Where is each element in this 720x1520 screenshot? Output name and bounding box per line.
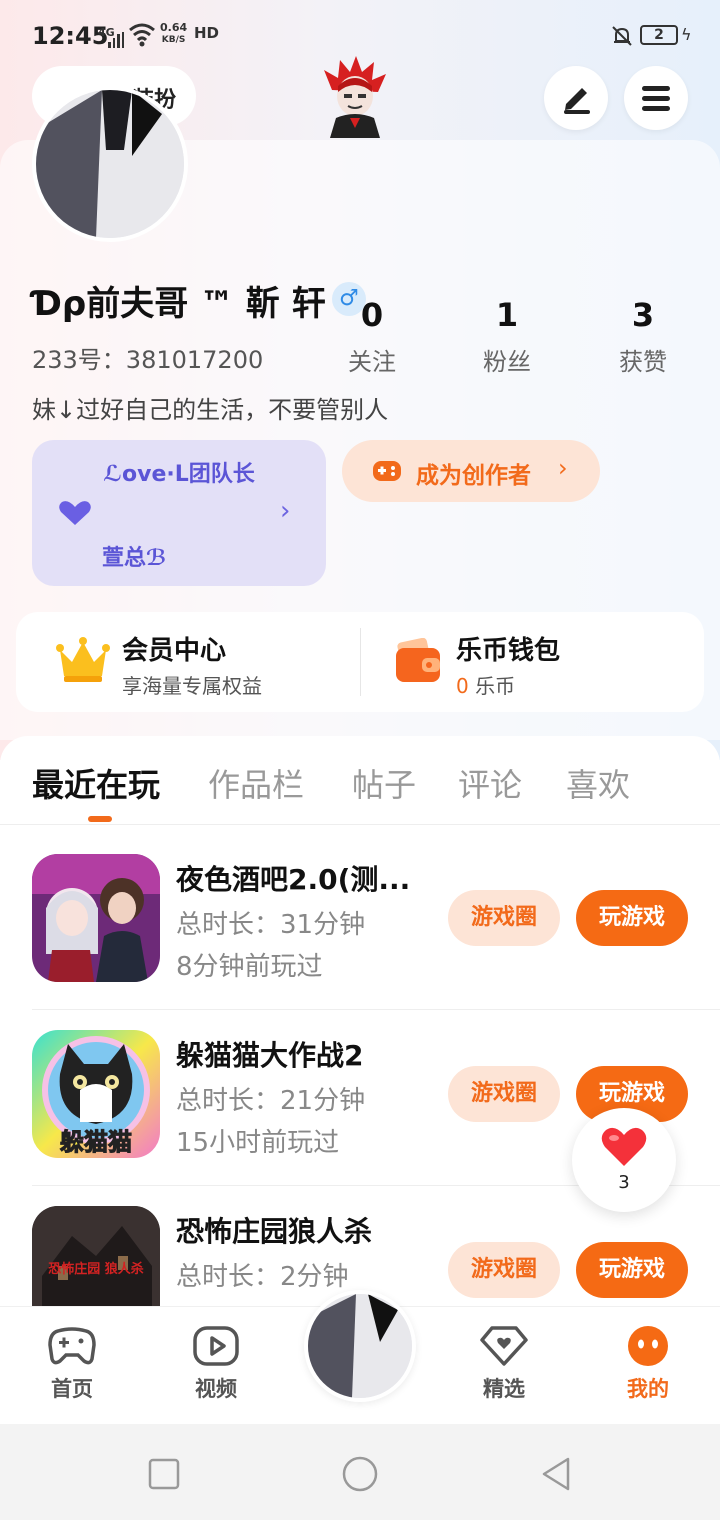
video-play-icon <box>193 1326 239 1366</box>
hamburger-icon <box>642 86 670 111</box>
gender-male-icon: ♂ <box>332 282 366 316</box>
gamepad-icon <box>48 1327 96 1365</box>
nav-featured[interactable]: 精选 <box>454 1325 554 1403</box>
content-area: 最近在玩 作品栏 帖子 评论 喜欢 夜色酒吧2.0(测... 总时长：31分钟 … <box>0 736 720 1334</box>
like-count: 3 <box>618 1172 630 1193</box>
like-fab[interactable]: 3 <box>572 1108 676 1212</box>
menu-button[interactable] <box>624 66 688 130</box>
wallet-balance-unit: 乐币 <box>475 674 516 698</box>
signal-icon <box>108 30 124 48</box>
wallet-icon <box>396 638 440 682</box>
tab-likes[interactable]: 喜欢 <box>566 760 630 806</box>
network-speed: 0.64 KB/S <box>160 21 188 46</box>
game-last-played: 8分钟前玩过 <box>176 952 323 982</box>
game-title: 恐怖庄园狼人杀 <box>176 1215 373 1248</box>
pen-icon <box>564 88 590 114</box>
active-tab-indicator <box>88 816 112 822</box>
wallet-balance: 0 乐币 <box>456 670 515 699</box>
stat-fans-value: 1 <box>495 296 519 334</box>
mascot-avatar-icon[interactable] <box>320 56 390 138</box>
heart-icon <box>59 501 91 525</box>
team-subtitle: 萱总ℬ <box>102 546 167 571</box>
game-row[interactable]: 夜色酒吧2.0(测... 总时长：31分钟 8分钟前玩过 游戏圈 玩游戏 <box>0 834 720 1010</box>
wallet-balance-value: 0 <box>456 674 469 698</box>
game-duration: 总时长：21分钟 <box>176 1086 366 1116</box>
membership-title: 会员中心 <box>122 636 227 666</box>
nav-me[interactable]: 我的 <box>598 1325 698 1403</box>
stat-likes-value: 3 <box>631 296 655 334</box>
nav-video[interactable]: 视频 <box>166 1325 266 1403</box>
game-icon-label: 躲猫猫 <box>60 1128 133 1157</box>
game-circle-button[interactable]: 游戏圈 <box>448 1066 560 1122</box>
membership-subtitle: 享海量专属权益 <box>122 674 262 698</box>
nav-home-label: 首页 <box>51 1377 93 1401</box>
tab-comments[interactable]: 评论 <box>458 760 522 806</box>
bell-muted-icon <box>612 26 632 46</box>
user-bio: 妹↓过好自己的生活，不要管别人 <box>32 396 389 424</box>
tab-posts[interactable]: 帖子 <box>352 760 416 806</box>
nav-me-label: 我的 <box>627 1377 669 1401</box>
game-circle-button[interactable]: 游戏圈 <box>448 1242 560 1298</box>
play-game-button[interactable]: 玩游戏 <box>576 890 688 946</box>
heart-diamond-icon <box>480 1326 528 1366</box>
nickname: Ɗρ前夫哥 ™ 靳 轩 <box>32 284 326 324</box>
game-duration: 总时长：2分钟 <box>176 1262 349 1292</box>
wallet-title: 乐币钱包 <box>456 636 561 666</box>
wifi-icon <box>129 23 155 47</box>
crown-icon <box>56 637 110 682</box>
team-card[interactable]: ℒove·L团队长 › 萱总ℬ <box>32 440 326 586</box>
nav-home[interactable]: 首页 <box>22 1325 122 1403</box>
nav-video-label: 视频 <box>195 1377 237 1401</box>
game-circle-button[interactable]: 游戏圈 <box>448 890 560 946</box>
stat-likes-label: 获赞 <box>619 348 667 376</box>
tab-recently-played[interactable]: 最近在玩 <box>32 760 160 806</box>
play-game-button[interactable]: 玩游戏 <box>576 1242 688 1298</box>
game-icon[interactable]: 躲猫猫 <box>32 1030 160 1158</box>
heart-icon <box>601 1127 647 1166</box>
game-duration: 总时长：31分钟 <box>176 910 366 940</box>
edit-profile-button[interactable] <box>544 66 608 130</box>
gamepad-icon <box>373 461 401 481</box>
nav-featured-label: 精选 <box>483 1377 525 1401</box>
become-creator-button[interactable]: 成为创作者 › <box>342 440 600 502</box>
stat-following-label: 关注 <box>348 348 396 376</box>
game-icon[interactable] <box>32 854 160 982</box>
game-icon-label: 恐怖庄园 狼人杀 <box>48 1262 144 1277</box>
nav-center-avatar[interactable] <box>304 1290 416 1402</box>
stat-fans-label: 粉丝 <box>483 348 531 376</box>
chevron-right-icon: › <box>558 454 568 482</box>
face-icon <box>628 1326 668 1366</box>
stat-fans[interactable]: 1 粉丝 <box>447 296 567 377</box>
game-title: 躲猫猫大作战2 <box>176 1039 364 1072</box>
hd-indicator: HD <box>194 24 220 42</box>
user-avatar[interactable] <box>32 86 188 242</box>
status-time: 12:45 <box>32 22 109 50</box>
team-title: ℒove·L团队长 <box>103 462 255 487</box>
system-navigation-bar <box>0 1424 720 1520</box>
user-id: 233号：381017200 <box>32 346 264 374</box>
recent-apps-icon[interactable] <box>144 1454 184 1494</box>
battery-icon: 2 <box>640 25 678 45</box>
back-triangle-icon[interactable] <box>536 1454 576 1494</box>
stat-following-value: 0 <box>360 296 384 334</box>
chevron-right-icon: › <box>280 496 291 526</box>
stat-following[interactable]: 0 关注 <box>312 296 432 377</box>
game-last-played: 15小时前玩过 <box>176 1128 340 1158</box>
charging-icon: ϟ <box>681 25 692 44</box>
divider <box>0 824 720 825</box>
game-title: 夜色酒吧2.0(测... <box>176 863 411 896</box>
become-creator-label: 成为创作者 <box>416 463 531 489</box>
home-circle-icon[interactable] <box>340 1454 380 1494</box>
vip-wallet-card: 会员中心 享海量专属权益 乐币钱包 0 乐币 <box>16 612 704 712</box>
divider <box>360 628 361 696</box>
stat-likes[interactable]: 3 获赞 <box>583 296 703 377</box>
tab-works[interactable]: 作品栏 <box>208 760 304 806</box>
